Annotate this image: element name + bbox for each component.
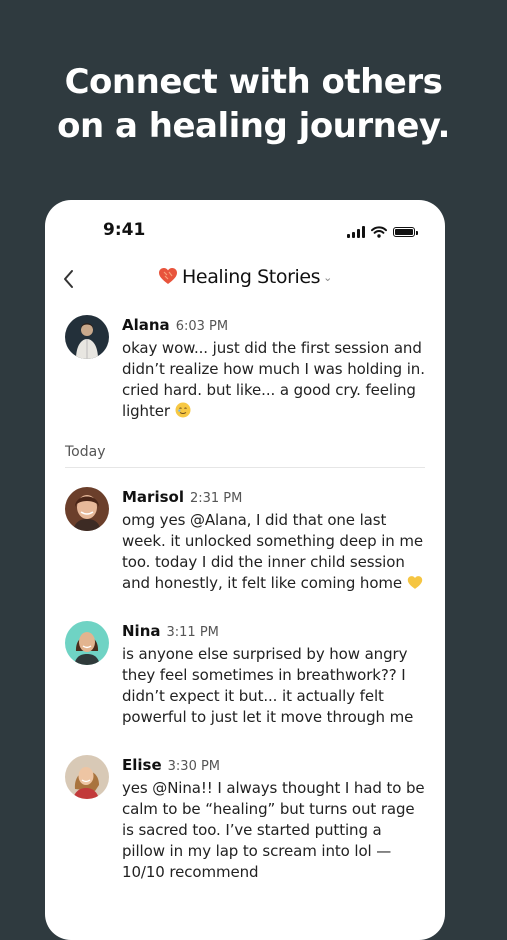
sender-name[interactable]: Elise	[122, 756, 162, 774]
day-separator: Today	[65, 443, 425, 468]
headline-line-2: on a healing journey.	[57, 106, 450, 146]
message-text: okay wow... just did the first session a…	[122, 339, 425, 420]
status-time: 9:41	[103, 220, 146, 240]
teary-smile-emoji	[175, 402, 191, 418]
status-icons	[347, 224, 418, 240]
avatar[interactable]	[65, 621, 109, 665]
yellow-heart-emoji	[407, 576, 422, 589]
headline: Connect with others on a healing journey…	[0, 60, 507, 148]
sender-name[interactable]: Alana	[122, 316, 170, 334]
sender-name[interactable]: Marisol	[122, 488, 184, 506]
channel-title: Healing Stories	[182, 266, 321, 288]
wifi-icon	[371, 226, 387, 238]
phone-screen: 9:41 Healing Stories ⌄ Alana 6:03 PM oka…	[45, 200, 445, 940]
status-bar: 9:41	[45, 220, 445, 244]
channel-title-button[interactable]: Healing Stories ⌄	[45, 266, 445, 288]
headline-line-1: Connect with others	[64, 62, 443, 102]
avatar[interactable]	[65, 487, 109, 531]
avatar[interactable]	[65, 315, 109, 359]
sender-name[interactable]: Nina	[122, 622, 161, 640]
day-separator-label: Today	[65, 444, 106, 460]
chevron-down-icon: ⌄	[323, 271, 332, 284]
heart-icon	[159, 268, 178, 284]
message-time: 3:30 PM	[167, 759, 221, 774]
message-text: is anyone else surprised by how angry th…	[122, 645, 414, 726]
signal-icon	[347, 226, 365, 238]
message-text: yes @Nina!! I always thought I had to be…	[122, 779, 425, 881]
message-time: 2:31 PM	[189, 491, 243, 506]
battery-icon	[393, 227, 418, 237]
message-text: omg yes @Alana, I did that one last week…	[122, 511, 423, 592]
message-time: 6:03 PM	[175, 319, 229, 334]
channel-header: Healing Stories ⌄	[45, 264, 445, 294]
avatar[interactable]	[65, 755, 109, 799]
message-time: 3:11 PM	[166, 625, 219, 640]
